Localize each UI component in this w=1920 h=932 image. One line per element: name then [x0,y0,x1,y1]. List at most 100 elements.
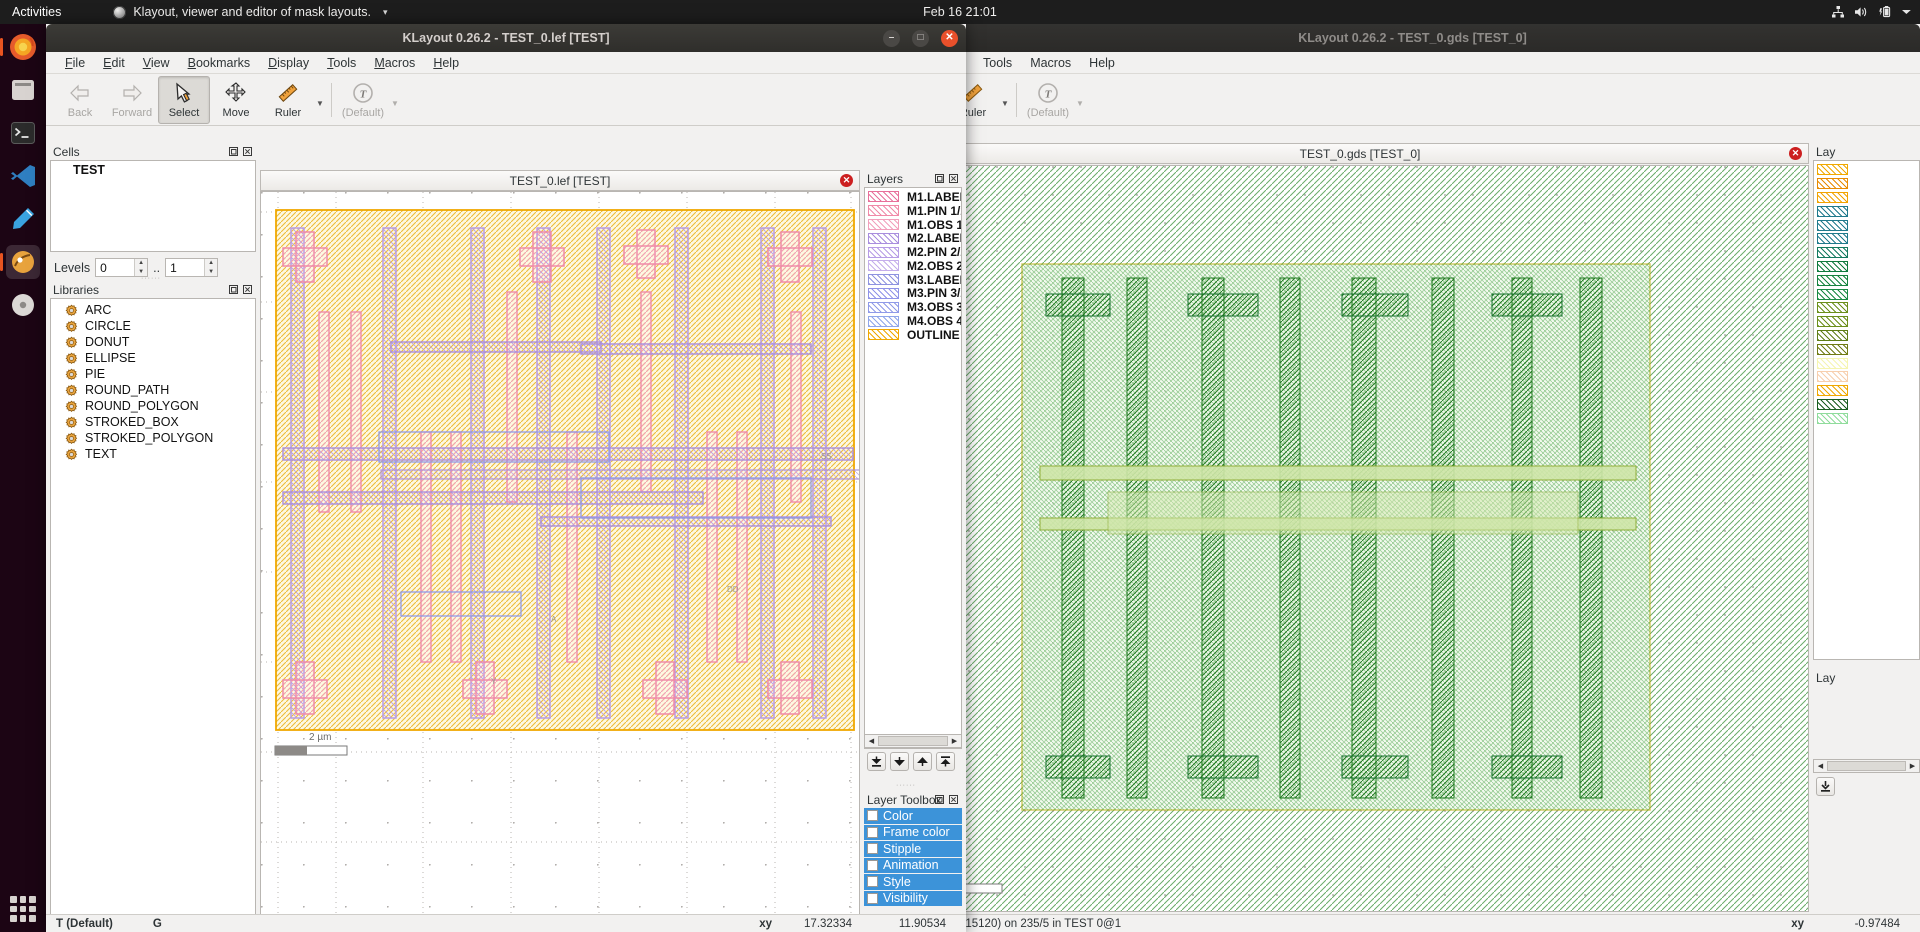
levels-min-input[interactable] [96,259,135,276]
checkbox[interactable] [867,876,878,888]
checkbox[interactable] [867,826,878,838]
title-bar-right[interactable]: ✕ KLayout 0.26.2 - TEST_0.gds [TEST_0] [905,24,1920,52]
scroll-left-icon[interactable]: ◀ [1815,762,1826,770]
maximize-button[interactable]: □ [912,29,929,47]
library-item[interactable]: TEXT [51,446,255,462]
layers-splitter-handle[interactable]: ······ [896,782,916,789]
menu-bookmarks[interactable]: Bookmarks [179,54,260,72]
checkbox[interactable] [867,843,878,855]
layer-swatch[interactable] [868,274,899,286]
close-button[interactable]: ✕ [941,29,958,47]
menu-edit[interactable]: Edit [94,54,134,72]
minimize-button[interactable]: – [883,29,900,47]
layout-canvas-right[interactable]: 2 µm [911,165,1809,912]
layer-toolbox-row[interactable]: Visibility [864,890,962,907]
layer-row[interactable] [1814,329,1919,343]
activities-button[interactable]: Activities [0,5,75,19]
layer-swatch[interactable] [868,191,899,203]
layer-row[interactable] [1814,356,1919,370]
levels-max-input[interactable] [166,259,205,276]
layer-row[interactable] [1814,342,1919,356]
library-item[interactable]: CIRCLE [51,318,255,334]
layer-row[interactable] [1814,411,1919,425]
forward-button[interactable]: Forward [106,76,158,124]
layer-swatch[interactable] [1817,178,1848,190]
menu-help[interactable]: Help [424,54,468,72]
layers-panel-buttons[interactable] [934,173,959,184]
layer-swatch[interactable] [1817,233,1848,245]
move-button[interactable]: Move [210,76,262,124]
scroll-right-icon[interactable]: ▶ [949,737,960,745]
layers-list-right[interactable] [1813,160,1920,660]
layer-swatch[interactable] [1817,219,1848,231]
default-text-dropdown-right[interactable]: ▼ [1074,76,1086,124]
cells-list[interactable]: TEST [50,160,256,252]
levels-max-spin-buttons[interactable]: ▲ ▼ [204,259,218,276]
layer-row[interactable] [1814,246,1919,260]
undock-icon[interactable] [228,146,239,157]
scroll-thumb[interactable] [878,736,948,746]
show-applications-button[interactable] [10,896,36,922]
layer-toolbox-row[interactable]: Frame color [864,824,962,841]
layer-row[interactable] [1814,398,1919,412]
layer-row[interactable] [1814,218,1919,232]
select-button[interactable]: Select [158,75,210,124]
checkbox[interactable] [867,859,878,871]
layer-swatch[interactable] [868,287,899,299]
toolbar-left[interactable]: Back Forward Select Move Ruler ▼ T (Defa… [46,74,966,126]
menu-bar-right[interactable]: Display Tools Macros Help [905,52,1920,74]
library-item[interactable]: STROKED_BOX [51,414,255,430]
layer-swatch[interactable] [1817,357,1848,369]
layer-toolbox-row[interactable]: Color [864,808,962,825]
layer-row[interactable] [1814,191,1919,205]
layer-row[interactable]: M3.LABEL .. [865,273,961,287]
dock-item-vscode[interactable] [6,159,40,193]
layer-toolbox-row[interactable]: Animation [864,857,962,874]
layer-swatch[interactable] [1817,371,1848,383]
dock-item-disks[interactable] [6,288,40,322]
dock-item-terminal[interactable] [6,116,40,150]
move-to-top-icon[interactable] [936,752,955,771]
layout-tab-close-right[interactable]: ✕ [1789,147,1802,160]
layer-swatch[interactable] [1817,412,1848,424]
layer-row[interactable] [1814,273,1919,287]
layer-swatch[interactable] [1817,316,1848,328]
layer-swatch[interactable] [1817,164,1848,176]
layer-row[interactable]: M2.PIN 2/2 [865,245,961,259]
layer-row[interactable] [1814,163,1919,177]
layer-row[interactable] [1814,370,1919,384]
layer-swatch[interactable] [1817,288,1848,300]
layout-tab-close-left[interactable]: ✕ [840,174,853,187]
library-item[interactable]: ROUND_PATH [51,382,255,398]
layer-row[interactable]: M2.LABEL .. [865,231,961,245]
layer-swatch[interactable] [868,329,899,341]
app-menu[interactable]: Klayout, viewer and editor of mask layou… [113,5,387,19]
layer-row[interactable] [1814,204,1919,218]
system-tray[interactable] [1831,5,1912,19]
layers-hscroll-left[interactable]: ◀ ▶ [864,734,962,748]
library-item[interactable]: STROKED_POLYGON [51,430,255,446]
layers-scroll-right[interactable]: ◀ ▶ [1813,759,1920,800]
dock-item-firefox[interactable] [0,30,40,64]
layer-row[interactable] [1814,177,1919,191]
layer-swatch[interactable] [868,246,899,258]
libraries-panel-buttons[interactable] [228,284,253,295]
layer-swatch[interactable] [1817,343,1848,355]
menu-macros[interactable]: Macros [365,54,424,72]
menu-tools[interactable]: Tools [318,54,365,72]
default-text-button-right[interactable]: T (Default) [1022,76,1074,124]
menu-bar-left[interactable]: File Edit View Bookmarks Display Tools M… [46,52,966,74]
layer-swatch[interactable] [1817,247,1848,259]
layer-swatch[interactable] [1817,329,1848,341]
clock[interactable]: Feb 16 21:01 [923,5,997,19]
layer-swatch[interactable] [1817,274,1848,286]
dock-item-klayout[interactable] [0,245,40,279]
layer-row[interactable] [1814,315,1919,329]
layout-tab-right[interactable]: TEST_0.gds [TEST_0] ✕ [911,143,1809,164]
menu-display[interactable]: Display [259,54,318,72]
default-text-button[interactable]: T (Default) [337,76,389,124]
undock-icon[interactable] [228,284,239,295]
layer-toolbox-buttons[interactable] [934,794,959,805]
menu-file[interactable]: File [56,54,94,72]
layer-swatch[interactable] [1817,205,1848,217]
